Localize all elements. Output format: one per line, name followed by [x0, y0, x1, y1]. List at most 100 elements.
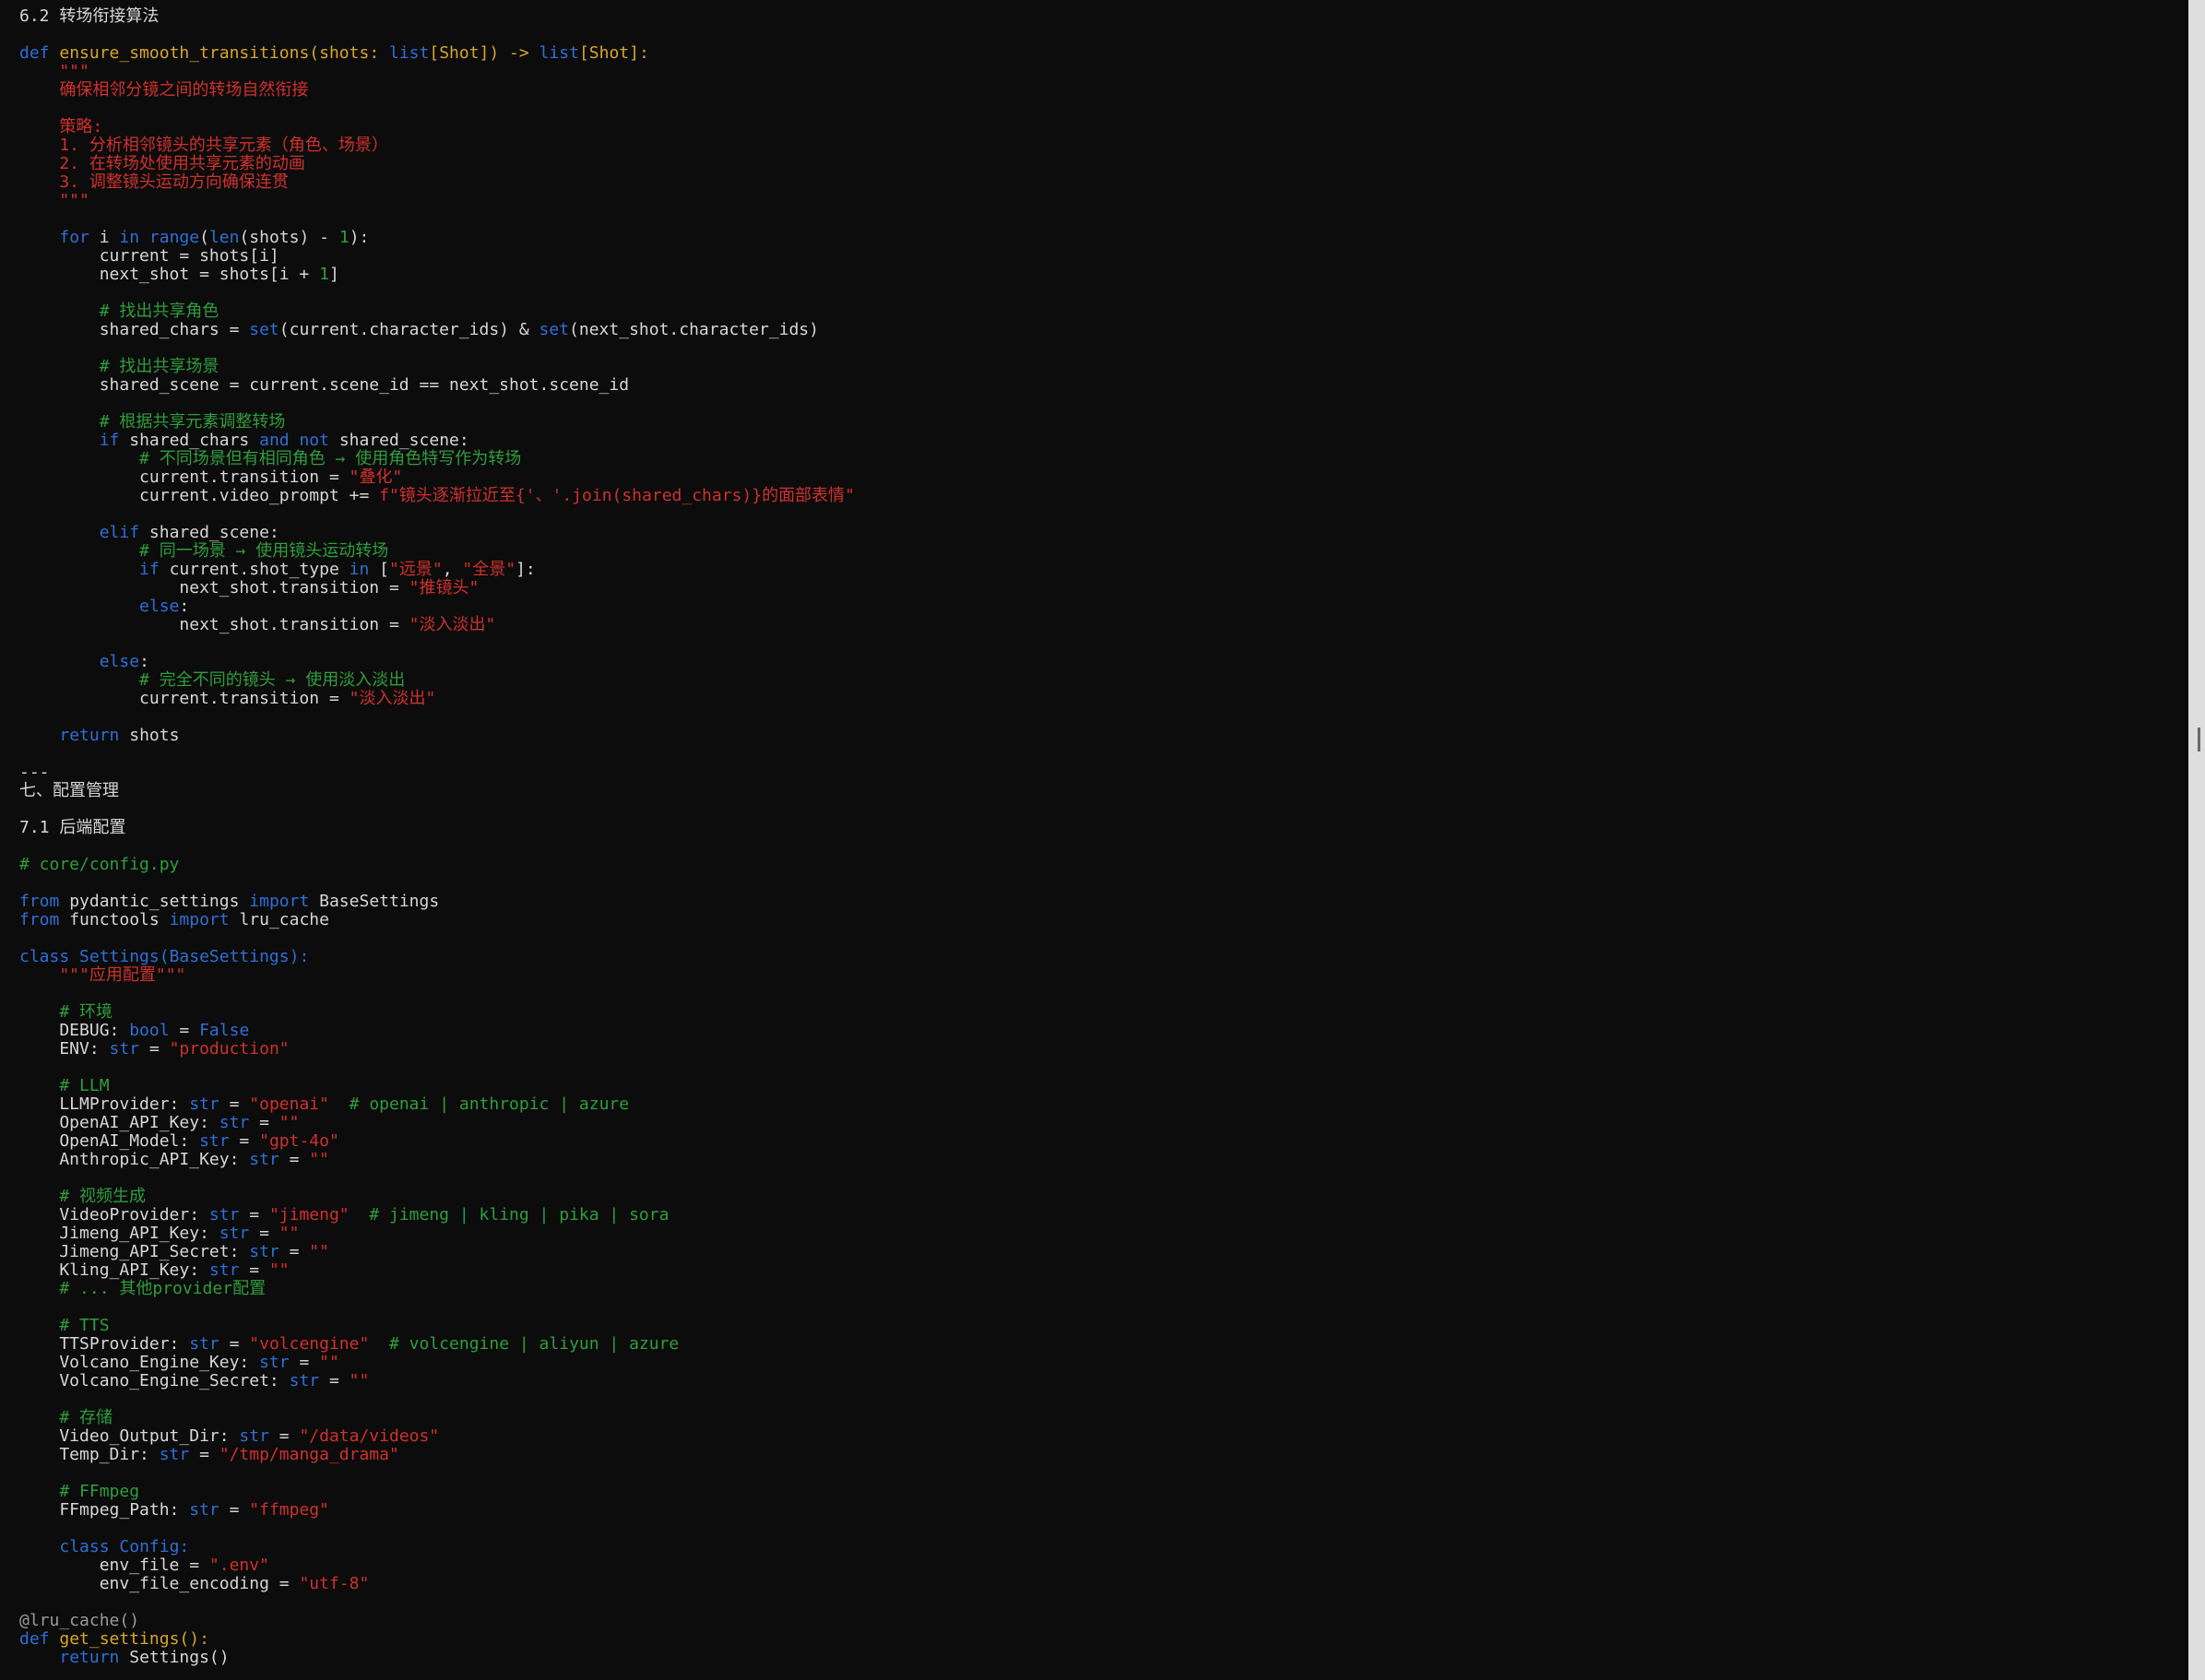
code-token: """: [19, 191, 89, 210]
code-line: return Settings(): [19, 1649, 855, 1667]
code-line: 策略:: [19, 118, 855, 136]
code-line: @lru_cache(): [19, 1612, 855, 1630]
code-token: Kling_API_Key:: [19, 1260, 209, 1280]
code-line: if current.shot_type in ["远景", "全景"]:: [19, 561, 855, 579]
code-token: =: [229, 1131, 260, 1151]
code-token: False: [199, 1021, 250, 1040]
vertical-scrollbar[interactable]: [2188, 0, 2205, 1680]
code-line: Temp_Dir: str = "/tmp/manga_drama": [19, 1446, 855, 1464]
code-line: 3. 调整镜头运动方向确保连贯: [19, 173, 855, 192]
code-token: "/data/videos": [299, 1426, 440, 1446]
code-token: "ffmpeg": [249, 1500, 329, 1520]
code-line: FFmpeg_Path: str = "ffmpeg": [19, 1501, 855, 1520]
code-token: 3. 调整镜头运动方向确保连贯: [19, 172, 289, 192]
code-token: Temp_Dir:: [19, 1445, 160, 1464]
code-line: """: [19, 63, 855, 81]
code-token: str: [159, 1445, 190, 1464]
code-line: def get_settings():: [19, 1630, 855, 1649]
code-token: if: [139, 560, 160, 579]
code-token: :: [139, 652, 149, 671]
code-token: ]: [328, 265, 339, 284]
code-token: [Shot]:: [578, 43, 649, 63]
code-line: # 环境: [19, 1003, 855, 1022]
code-line: Volcano_Engine_Secret: str = "": [19, 1372, 855, 1390]
code-line: shared_scene = current.scene_id == next_…: [19, 376, 855, 395]
code-line: # 同一场景 → 使用镜头运动转场: [19, 542, 855, 561]
code-document: 6.2 转场衔接算法 def ensure_smooth_transitions(…: [19, 7, 855, 1667]
code-token: =: [279, 1242, 310, 1261]
code-line: """: [19, 192, 855, 210]
code-token: current.transition =: [19, 689, 350, 708]
code-token: class: [19, 947, 70, 966]
code-line: # 找出共享角色: [19, 302, 855, 321]
code-line: 七、配置管理: [19, 782, 855, 800]
code-token: else: [99, 652, 140, 671]
code-token: class: [59, 1537, 110, 1556]
code-token: """应用配置""": [19, 965, 186, 985]
code-token: # 环境: [19, 1002, 113, 1022]
code-token: str: [259, 1353, 290, 1372]
code-token: =: [289, 1353, 320, 1372]
code-token: "": [279, 1224, 300, 1243]
code-line: # 完全不同的镜头 → 使用淡入淡出: [19, 671, 855, 690]
code-token: ):: [349, 228, 370, 247]
code-line: next_shot.transition = "推镜头": [19, 579, 855, 597]
code-token: "/tmp/manga_drama": [219, 1445, 399, 1464]
code-token: env_file =: [19, 1556, 209, 1575]
code-line: Volcano_Engine_Key: str = "": [19, 1354, 855, 1372]
code-line: ---: [19, 763, 855, 782]
code-line: elif shared_scene:: [19, 524, 855, 542]
code-token: current = shots[i]: [19, 246, 279, 266]
scrollbar-thumb[interactable]: [2198, 728, 2200, 751]
code-line: current = shots[i]: [19, 247, 855, 266]
code-line: return shots: [19, 727, 855, 745]
code-token: VideoProvider:: [19, 1205, 209, 1225]
code-token: str: [189, 1500, 219, 1520]
code-token: "远景": [389, 560, 443, 579]
code-token: """: [19, 62, 89, 81]
code-token: Anthropic_API_Key:: [19, 1150, 250, 1169]
code-token: "gpt-4o": [259, 1131, 339, 1151]
code-line: Jimeng_API_Key: str = "": [19, 1225, 855, 1243]
code-token: in: [119, 228, 140, 247]
code-token: str: [189, 1334, 219, 1354]
code-token: # volcengine | aliyun | azure: [389, 1334, 680, 1354]
code-token: set: [539, 320, 570, 339]
code-line: else:: [19, 597, 855, 616]
code-token: # 找出共享角色: [19, 302, 219, 321]
code-token: # 不同场景但有相同角色 → 使用角色特写作为转场: [19, 449, 522, 468]
code-token: shared_chars =: [19, 320, 250, 339]
code-token: "": [309, 1150, 329, 1169]
code-token: # 找出共享场景: [19, 357, 219, 376]
code-token: list: [389, 43, 430, 63]
code-line: current.transition = "叠化": [19, 468, 855, 487]
code-token: (current.character_ids) &: [279, 320, 539, 339]
code-line: VideoProvider: str = "jimeng" # jimeng |…: [19, 1206, 855, 1225]
code-token: Volcano_Engine_Key:: [19, 1353, 260, 1372]
code-line: class Settings(BaseSettings):: [19, 948, 855, 966]
code-token: 7.1 后端配置: [19, 818, 126, 837]
code-token: str: [109, 1039, 140, 1059]
code-token: LLMProvider:: [19, 1094, 190, 1114]
code-token: get_settings():: [59, 1629, 209, 1649]
code-line: Video_Output_Dir: str = "/data/videos": [19, 1427, 855, 1446]
code-token: (: [199, 228, 209, 247]
